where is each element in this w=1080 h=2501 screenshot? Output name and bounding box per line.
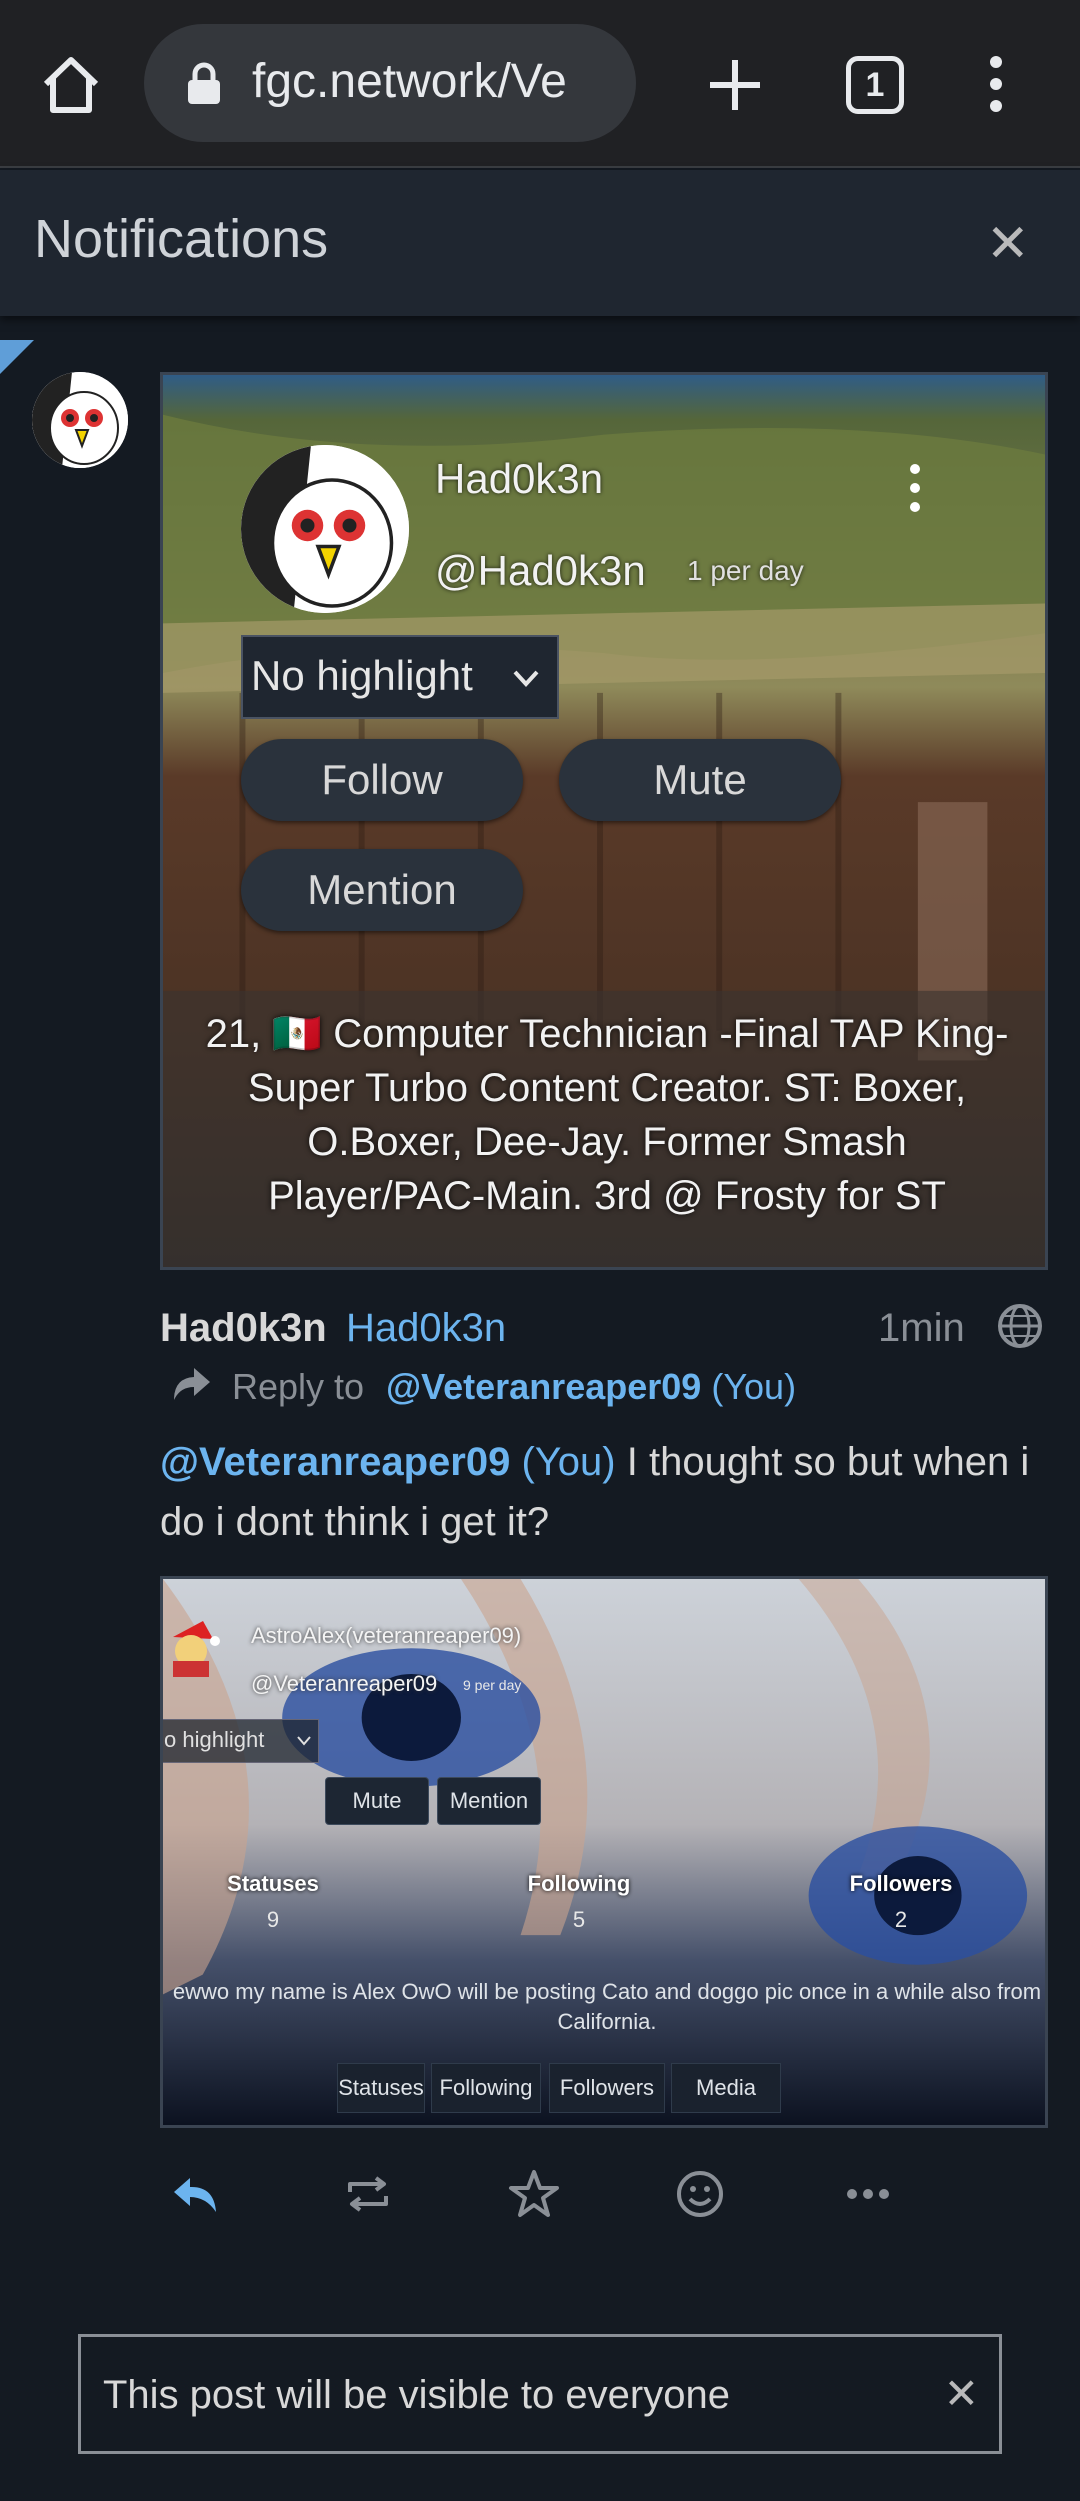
reply-icon[interactable] <box>166 2164 226 2224</box>
home-icon[interactable] <box>36 50 106 120</box>
lock-icon <box>188 62 220 104</box>
attachment-tab: Following <box>431 2063 541 2113</box>
close-icon[interactable]: ✕ <box>986 214 1030 274</box>
owl-avatar-icon <box>32 372 128 468</box>
stat-label: Statuses <box>227 1871 319 1896</box>
reply-to-label: Reply to <box>232 1366 365 1407</box>
visibility-notice-text: This post will be visible to everyone <box>103 2373 730 2417</box>
mute-button[interactable]: Mute <box>559 739 841 821</box>
notifications-header: Notifications ✕ <box>0 170 1080 316</box>
owl-avatar-icon <box>241 445 409 613</box>
reply-arrow-icon <box>174 1368 210 1400</box>
attachment-tab: Followers <box>549 2063 665 2113</box>
browser-menu-icon[interactable] <box>976 54 1016 114</box>
attachment-tab: Statuses <box>337 2063 425 2113</box>
highlight-select[interactable]: No highlight <box>241 635 559 719</box>
mention-you: (You) <box>521 1440 616 1484</box>
stat-label: Followers <box>849 1871 953 1896</box>
attachment-mute-button: Mute <box>325 1777 429 1825</box>
reply-target-you: (You) <box>711 1366 797 1407</box>
follow-button[interactable]: Follow <box>241 739 523 821</box>
profile-avatar[interactable] <box>241 445 409 613</box>
attachment-highlight-select: o highlight <box>163 1719 319 1763</box>
user-card: Had0k3n @Had0k3n 1 per day No highlight … <box>160 372 1048 1270</box>
mention-link[interactable]: @Veteranreaper09 <box>160 1440 510 1484</box>
address-bar[interactable]: fgc.network/Ve <box>144 24 636 142</box>
highlight-select-value: No highlight <box>251 652 473 699</box>
attachment-rate: 9 per day <box>463 1677 522 1693</box>
repeat-icon[interactable] <box>338 2164 398 2224</box>
attachment-mention-button: Mention <box>437 1777 541 1825</box>
url-text[interactable]: fgc.network/Ve <box>252 54 567 109</box>
close-icon[interactable]: ✕ <box>944 2369 979 2418</box>
mention-button[interactable]: Mention <box>241 849 523 931</box>
profile-display-name[interactable]: Had0k3n <box>435 455 603 503</box>
post-author-account[interactable]: Had0k3n <box>346 1306 506 1351</box>
globe-icon <box>998 1304 1042 1348</box>
post-rate: 1 per day <box>687 555 804 586</box>
attachment-select-value: o highlight <box>164 1727 265 1752</box>
visibility-notice: This post will be visible to everyone ✕ <box>78 2334 1002 2454</box>
tab-switcher-button[interactable]: 1 <box>846 56 904 114</box>
attachment-handle: @Veteranreaper09 <box>251 1671 438 1696</box>
stat-value: 9 <box>266 1907 280 1932</box>
new-tab-icon[interactable] <box>700 50 770 120</box>
stat-label: Following <box>527 1871 631 1896</box>
avatar[interactable] <box>32 372 128 468</box>
attachment-banner <box>163 1579 1045 2125</box>
attachment-bio: ewwo my name is Alex OwO will be posting… <box>172 1979 1042 2034</box>
notifications-title: Notifications <box>34 209 329 269</box>
stat-value: 2 <box>894 1907 908 1932</box>
more-icon[interactable] <box>838 2164 898 2224</box>
attachment-display-name: AstroAlex(veteranreaper09) <box>251 1623 522 1648</box>
react-icon[interactable] <box>670 2164 730 2224</box>
profile-handle[interactable]: @Had0k3n <box>435 547 646 595</box>
profile-bio: 21, 🇲🇽 Computer Technician -Final TAP Ki… <box>205 1012 1009 1218</box>
image-attachment[interactable]: AstroAlex(veteranreaper09) @Veteranreape… <box>160 1576 1048 2128</box>
stat-value: 5 <box>572 1907 586 1932</box>
reply-target-handle[interactable]: @Veteranreaper09 <box>386 1366 701 1407</box>
chevron-down-icon <box>297 1736 311 1746</box>
more-options-icon[interactable] <box>903 463 927 513</box>
reply-to-link[interactable]: @Veteranreaper09 (You) <box>386 1366 796 1408</box>
santa-avatar-icon <box>173 1621 220 1677</box>
post-author-name[interactable]: Had0k3n <box>160 1306 327 1351</box>
post-timestamp[interactable]: 1min <box>878 1306 965 1351</box>
favorite-icon[interactable] <box>504 2164 564 2224</box>
post-content: @Veteranreaper09 (You) I thought so but … <box>160 1432 1060 1552</box>
attachment-tab: Media <box>671 2063 781 2113</box>
browser-toolbar: fgc.network/Ve 1 <box>0 0 1080 168</box>
chevron-down-icon <box>513 670 539 687</box>
unread-marker <box>0 340 34 374</box>
